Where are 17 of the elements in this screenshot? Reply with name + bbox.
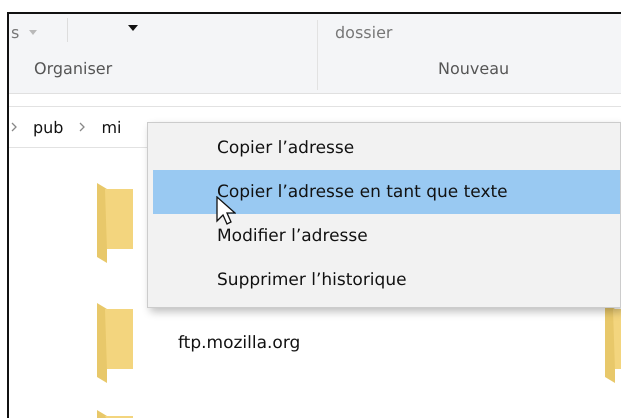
- dropdown-caret-icon[interactable]: [128, 24, 138, 30]
- folder-name[interactable]: ftp.mozilla.org: [178, 333, 300, 353]
- menu-item[interactable]: Supprimer l’historique: [153, 258, 620, 302]
- group-label: Organiser: [33, 59, 114, 78]
- folder-icon[interactable]: [97, 410, 133, 418]
- ribbon-command[interactable]: dossier: [335, 23, 392, 50]
- folder-icon[interactable]: [97, 303, 133, 383]
- breadcrumb-item[interactable]: pub: [33, 118, 64, 136]
- group-label: Nouveau: [437, 59, 510, 78]
- chevron-icon: [11, 122, 17, 132]
- ribbon-command[interactable]: s: [11, 23, 20, 50]
- folder-icon[interactable]: [97, 183, 133, 263]
- menu-item[interactable]: Copier l’adresse en tant que texte: [153, 170, 620, 214]
- chevron-icon: [79, 122, 86, 132]
- menu-item[interactable]: Modifier l’adresse: [153, 214, 620, 258]
- menu-item[interactable]: Copier l’adresse: [153, 126, 620, 170]
- breadcrumb-item[interactable]: mi: [101, 118, 122, 136]
